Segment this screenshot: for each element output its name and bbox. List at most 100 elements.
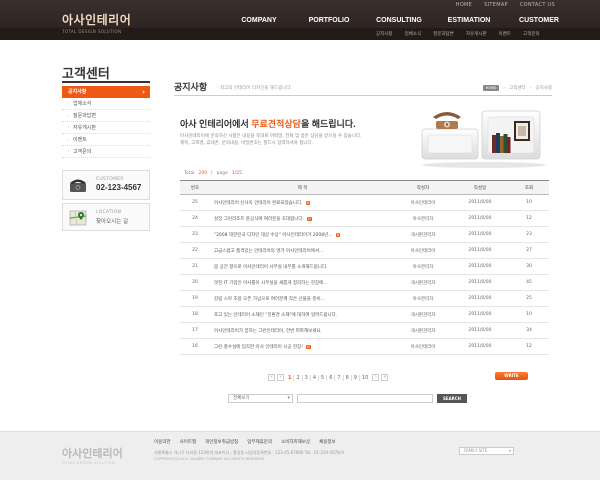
subnav-board[interactable]: 자유게시판 (466, 31, 487, 37)
table-row[interactable]: 19 감립 스마 조랑 오픈 가넘으로 여러분께 작은 선물을 준비... 아사관리… (180, 290, 549, 307)
nav-customer[interactable]: CUSTOMER (504, 17, 574, 24)
row-title[interactable]: 봄 공간 향으로 아사인테리어 사무실 내부를 소개해드립니다. (210, 258, 395, 275)
row-title[interactable]: 성장 그린리조트 준공식에 여러분을 초대합니다. N (210, 210, 395, 227)
nav-consulting[interactable]: CONSULTING (364, 17, 434, 24)
map-icon (69, 210, 87, 226)
row-title-text[interactable]: 포고 있는 인테리어 소재인 "친환경 소재"에 대하여 알려드립니다. (214, 313, 337, 318)
subnav-event[interactable]: 이벤트 (499, 31, 511, 37)
row-title[interactable]: 그런 풍수설에 입각한 아사 인테리어 시공 현장! N (210, 338, 395, 355)
table-row[interactable]: 22 고급스럽고 품격있는 인테리어의 명가 아사인테리어에서... 아사인테리어 2… (180, 242, 549, 259)
subnav-notice[interactable]: 공지사항 (376, 31, 393, 37)
top-link-home[interactable]: HOME (456, 2, 472, 8)
total-label: Total (184, 171, 195, 176)
row-title-text[interactable]: 멋진 IT 기업인 아사를이 사무실을 새롭게 정리하는 현장에... (214, 281, 328, 286)
row-title[interactable]: 고급스럽고 품격있는 인테리어의 명가 아사인테리어에서... (210, 242, 395, 259)
search-category-select[interactable]: 전체보기 (228, 394, 293, 403)
nav-estimation[interactable]: ESTIMATION (434, 17, 504, 24)
new-badge: N (306, 344, 311, 349)
footer-link-compensation[interactable]: 소비자피해보상 (281, 439, 310, 445)
logo[interactable]: 아사인테리어 TOTAL DESIGN SOLUTION (62, 11, 131, 34)
sidebar-item-notice[interactable]: 공지사항 (62, 86, 150, 98)
prev-page-button[interactable]: ‹ (277, 374, 284, 381)
row-title[interactable]: "2008 대한민국 디자인 대상 수상" 아사인테리어가 2008년... N (210, 226, 395, 243)
subnav-inquiry[interactable]: 고객문의 (523, 31, 540, 37)
table-row[interactable]: 18 포고 있는 인테리어 소재인 "친환경 소재"에 대하여 알려드립니다. 게시… (180, 306, 549, 323)
table-row[interactable]: 24 성장 그린리조트 준공식에 여러분을 초대합니다. N 아사관리자 2011/0/… (180, 210, 549, 227)
row-number: 19 (180, 290, 210, 307)
sidebar-item-board[interactable]: 자유게시판 (62, 122, 150, 134)
page-number[interactable]: 5 (318, 374, 326, 381)
location-text: 찾아오시는 길 (96, 219, 129, 225)
row-title[interactable]: 포고 있는 인테리어 소재인 "친환경 소재"에 대하여 알려드립니다. (210, 306, 395, 323)
row-number: 24 (180, 210, 210, 227)
breadcrumb-home[interactable]: HOME (482, 85, 500, 91)
row-author: 아사인테리어 (395, 338, 451, 355)
nav-portfolio[interactable]: PORTFOLIO (294, 17, 364, 24)
headline-pre: 아사 인테리어에서 (180, 119, 252, 129)
search-button[interactable]: SEARCH (437, 394, 467, 403)
page-number[interactable]: 2 (293, 374, 301, 381)
table-row[interactable]: 23 "2008 대한민국 디자인 대상 수상" 아사인테리어가 2008년...… (180, 226, 549, 243)
next-page-button[interactable]: › (372, 374, 380, 381)
top-link-contact[interactable]: CONTACT US (520, 2, 555, 8)
footer-link-careers[interactable]: 채용정보 (319, 439, 336, 445)
row-title-text[interactable]: "2008 대한민국 디자인 대상 수상" 아사인테리어가 2008년... (214, 233, 333, 238)
nav-company[interactable]: COMPANY (224, 17, 294, 24)
row-title-text[interactable]: 아사인테리어 신사옥 인테리어 완료되었습니다. (214, 201, 303, 206)
location-link[interactable]: LOCATION 찾아오시는 길 (62, 203, 150, 231)
footer-link-terms[interactable]: 이용약관 (154, 439, 171, 445)
sidebar-item-qna[interactable]: 질문과답변 (62, 110, 150, 122)
row-author: 아사관리자 (395, 210, 451, 227)
table-row[interactable]: 20 멋진 IT 기업인 아사를이 사무실을 새롭게 정리하는 현장에... 게시판… (180, 274, 549, 291)
page-number[interactable]: 9 (350, 374, 359, 381)
page-title: 공지사항 (174, 82, 208, 92)
row-title[interactable]: 감립 스마 조랑 오픈 가넘으로 여러분께 작은 선물을 준비... (210, 290, 395, 307)
page-number[interactable]: 3 (301, 374, 310, 381)
row-title-text[interactable]: 성장 그린리조트 준공식에 여러분을 초대합니다. (214, 217, 304, 222)
intro-line-2: 제목, 고객명, 휴대폰, 문의내용, 비밀번호는 필드시 입력하셔야 합니다. (180, 141, 314, 146)
page-number[interactable]: 1 (286, 375, 293, 381)
row-date: 2011/0/00 (451, 322, 509, 339)
sidebar-item-news[interactable]: 업체소식 (62, 98, 150, 110)
count-separator: | (211, 171, 213, 176)
top-link-sitemap[interactable]: SITEMAP (484, 2, 508, 8)
location-label: LOCATION (96, 210, 122, 215)
row-title[interactable]: 아사인테리어가 꿈하는 그런인테리어, 한번 피파해보세요. (210, 322, 395, 339)
row-title-text[interactable]: 아사인테리어가 꿈하는 그런인테리어, 한번 피파해보세요. (214, 329, 322, 334)
page-number[interactable]: 7 (334, 374, 342, 381)
table-row[interactable]: 25 아사인테리어 신사옥 인테리어 완료되었습니다. N 아사인테리어 2011/0/… (180, 194, 549, 211)
footer-link-partnership[interactable]: 업무제휴문의 (247, 439, 272, 445)
subnav-qna[interactable]: 질문과답변 (433, 31, 454, 37)
row-title-text[interactable]: 감립 스마 조랑 오픈 가넘으로 여러분께 작은 선물을 준비... (214, 297, 325, 302)
sidebar-item-inquiry[interactable]: 고객문의 (62, 146, 150, 158)
footer-link-sitemap[interactable]: 사이트맵 (180, 439, 197, 445)
row-title[interactable]: 아사인테리어 신사옥 인테리어 완료되었습니다. N (210, 194, 395, 211)
new-badge: N (305, 200, 311, 205)
footer-link-privacy[interactable]: 개인정보취급방침 (205, 439, 238, 445)
page-number[interactable]: 10 (358, 374, 370, 381)
row-number: 23 (180, 226, 210, 243)
last-page-button[interactable]: » (381, 374, 389, 381)
row-title[interactable]: 멋진 IT 기업인 아사를이 사무실을 새롭게 정리하는 현장에... (210, 274, 395, 291)
row-title-text[interactable]: 그런 풍수설에 입각한 아사 인테리어 시공 현장! (214, 345, 303, 350)
first-page-button[interactable]: « (268, 374, 275, 381)
write-button[interactable]: WRITE (495, 372, 528, 380)
subnav-news[interactable]: 업체소식 (405, 31, 422, 37)
family-site-select[interactable]: FAMILY SITE (459, 447, 514, 455)
sub-nav: 공지사항 업체소식 질문과답변 자유게시판 이벤트 고객문의 (376, 31, 552, 37)
page-number[interactable]: 4 (309, 374, 318, 381)
row-title-text[interactable]: 고급스럽고 품격있는 인테리어의 명가 아사인테리어에서... (214, 249, 323, 254)
footer-logo: 아사인테리어 TOTAL DESIGN SOLUTION (62, 445, 123, 465)
breadcrumb-section[interactable]: 고객센터 (509, 85, 526, 91)
sidebar-item-event[interactable]: 이벤트 (62, 134, 150, 146)
row-number: 25 (180, 194, 210, 211)
breadcrumb-current: 공지사항 (535, 86, 552, 91)
row-title-text[interactable]: 봄 공간 향으로 아사인테리어 사무실 내부를 소개해드립니다. (214, 265, 328, 270)
search-input[interactable] (297, 394, 433, 403)
table-row[interactable]: 21 봄 공간 향으로 아사인테리어 사무실 내부를 소개해드립니다. 아사관리자 2… (180, 258, 549, 275)
page-number[interactable]: 8 (342, 374, 351, 381)
page-number[interactable]: 6 (326, 374, 334, 381)
sidebar-title-divider (62, 81, 150, 83)
table-row[interactable]: 16 그런 풍수설에 입각한 아사 인테리어 시공 현장! N 아사인테리어 2011/… (180, 338, 549, 355)
table-row[interactable]: 17 아사인테리어가 꿈하는 그런인테리어, 한번 피파해보세요. 게시판관리자 20… (180, 322, 549, 339)
